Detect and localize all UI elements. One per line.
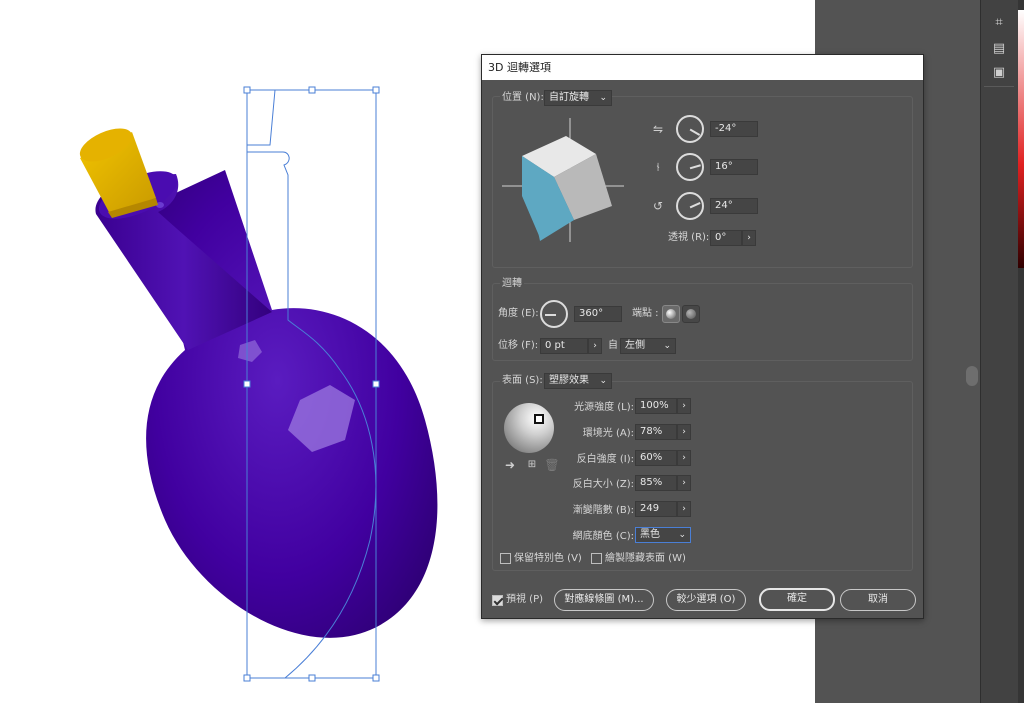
dialog-title: 3D 迴轉選項 (482, 55, 923, 80)
map-art-button[interactable]: 對應線條圖 (M)... (554, 589, 654, 611)
cancel-button[interactable]: 取消 (840, 589, 916, 611)
color-spectrum[interactable] (1018, 10, 1024, 268)
scrollbar-handle[interactable] (966, 366, 978, 386)
rotate-x-field[interactable]: -24° (710, 121, 758, 137)
perspective-label: 透視 (R): (668, 232, 710, 243)
gradient-icon[interactable]: ▣ (990, 64, 1008, 82)
delete-light-icon[interactable]: 🗑 (544, 457, 560, 473)
cap-off-button[interactable] (682, 305, 700, 323)
light-intensity-label: 光源強度 (L): (574, 402, 634, 413)
chevron-right-icon[interactable]: › (588, 338, 602, 354)
from-value: 左側 (625, 340, 645, 351)
chevron-right-icon[interactable]: › (677, 398, 691, 414)
light-sphere-preview[interactable] (504, 403, 554, 453)
cap-label: 端點 : (632, 308, 659, 319)
move-light-icon[interactable]: ➜ (502, 457, 518, 473)
chevron-down-icon: ⌄ (599, 376, 607, 386)
preview-checkbox[interactable] (492, 595, 503, 606)
rotate-x-dial[interactable] (676, 115, 704, 143)
surface-value: 塑膠效果 (549, 375, 589, 386)
ambient-light-label: 環境光 (A): (582, 428, 634, 439)
revolve-section-label: 迴轉 (500, 277, 524, 291)
fewer-options-button[interactable]: 較少選項 (O) (666, 589, 746, 611)
chevron-right-icon[interactable]: › (677, 450, 691, 466)
chevron-down-icon: ⌄ (599, 93, 607, 103)
surface-group (492, 381, 913, 571)
transform-icon[interactable]: ⌗ (990, 14, 1008, 32)
from-label: 自 (608, 340, 618, 351)
ok-button[interactable]: 確定 (759, 588, 835, 611)
preserve-spot-checkbox[interactable] (500, 553, 511, 564)
cork-artwork[interactable] (75, 122, 158, 218)
position-preset-value: 自訂旋轉 (549, 92, 589, 103)
offset-field[interactable]: 0 pt (540, 338, 588, 354)
chevron-right-icon[interactable]: › (677, 475, 691, 491)
rotate-y-icon: ⫮ (656, 160, 660, 174)
rotate-z-icon: ↺ (652, 199, 664, 213)
shade-color-select[interactable]: 黑色 ⌄ (635, 527, 691, 543)
chevron-right-icon[interactable]: › (677, 501, 691, 517)
bottle-artwork[interactable] (92, 161, 438, 638)
highlight-intensity-label: 反白強度 (I): (576, 454, 634, 465)
from-select[interactable]: 左側 ⌄ (620, 338, 676, 354)
rotate-z-dial[interactable] (676, 192, 704, 220)
angle-field[interactable]: 360° (574, 306, 622, 322)
position-label: 位置 (N): (500, 91, 546, 105)
angle-label: 角度 (E): (498, 308, 539, 319)
light-source-handle[interactable] (534, 414, 544, 424)
rotate-y-field[interactable]: 16° (710, 159, 758, 175)
shade-color-value: 黑色 (640, 529, 660, 540)
revolve-options-dialog: 3D 迴轉選項 位置 (N): 自訂旋轉 ⌄ ⇋ -24° ⫮ 16° ↺ 24… (481, 54, 924, 619)
blend-steps-field[interactable]: 249 (635, 501, 677, 517)
draw-hidden-checkbox[interactable] (591, 553, 602, 564)
cap-on-button[interactable] (662, 305, 680, 323)
shade-color-label: 網底顏色 (C): (572, 531, 634, 542)
position-preset-select[interactable]: 自訂旋轉 ⌄ (544, 90, 612, 106)
align-icon[interactable]: ▤ (990, 40, 1008, 58)
preview-label: 預視 (P) (506, 594, 544, 605)
highlight-size-field[interactable]: 85% (635, 475, 677, 491)
app-window: ⌗ ▤ ▣ 3D 迴轉選項 位置 (N): 自訂旋轉 ⌄ ⇋ -24° ⫮ 16… (0, 0, 1024, 703)
rotate-z-field[interactable]: 24° (710, 198, 758, 214)
perspective-field[interactable]: 0° (710, 230, 742, 246)
offset-label: 位移 (F): (498, 340, 539, 351)
chevron-down-icon: ⌄ (663, 341, 671, 351)
light-intensity-field[interactable]: 100% (635, 398, 677, 414)
angle-dial[interactable] (540, 300, 568, 328)
chevron-down-icon: ⌄ (678, 530, 686, 540)
preserve-spot-label: 保留特別色 (V) (514, 553, 582, 564)
artboard-canvas (75, 86, 438, 682)
surface-select[interactable]: 塑膠效果 ⌄ (544, 373, 612, 389)
rotation-cube-preview[interactable] (500, 116, 626, 244)
ambient-light-field[interactable]: 78% (635, 424, 677, 440)
rotate-x-icon: ⇋ (652, 122, 664, 136)
surface-label: 表面 (S): (500, 374, 545, 388)
new-light-icon[interactable]: ⊞ (524, 457, 540, 473)
chevron-right-icon[interactable]: › (742, 230, 756, 246)
rotate-y-dial[interactable] (676, 153, 704, 181)
blend-steps-label: 漸變階數 (B): (572, 505, 634, 516)
highlight-size-label: 反白大小 (Z): (572, 479, 634, 490)
chevron-right-icon[interactable]: › (677, 424, 691, 440)
dock-divider (984, 86, 1014, 87)
highlight-intensity-field[interactable]: 60% (635, 450, 677, 466)
draw-hidden-label: 繪製隱藏表面 (W) (605, 553, 686, 564)
